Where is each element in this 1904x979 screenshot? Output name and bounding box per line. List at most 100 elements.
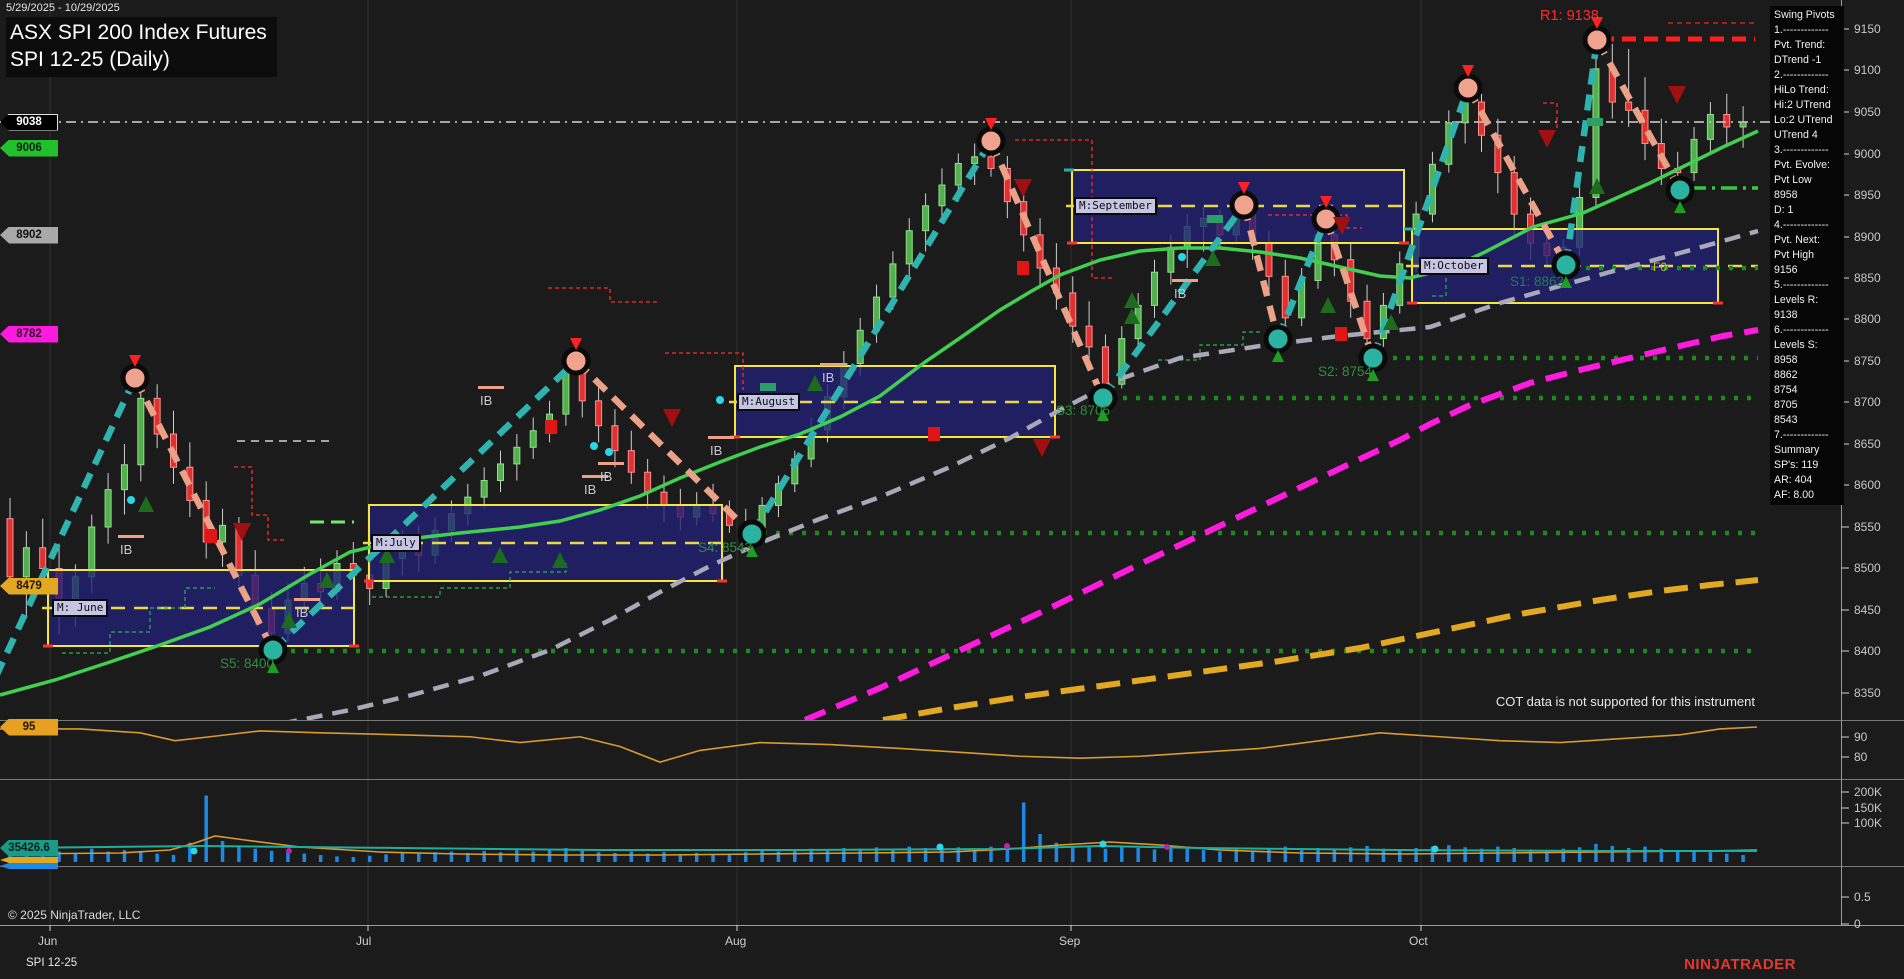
time-axis-month-label: Jul	[356, 934, 372, 948]
tab-spi-12-25[interactable]: SPI 12-25	[26, 957, 77, 969]
axis-tick-label: 8750	[1854, 354, 1881, 368]
ib-label: IB	[1171, 279, 1199, 301]
time-axis-month-label: Sep	[1059, 934, 1081, 948]
axis-price-tag: 8479	[0, 577, 58, 595]
green-signal-box	[760, 383, 776, 391]
swing-panel-line: SP's: 119	[1774, 459, 1819, 471]
axis-tick-label: 8600	[1854, 478, 1881, 492]
axis-price-tag-partial	[0, 857, 58, 863]
ib-label: IB	[117, 535, 145, 557]
candle-body	[22, 547, 30, 578]
candle-body	[595, 400, 603, 427]
swing-panel-title: Swing Pivots	[1774, 9, 1835, 21]
chart-canvas[interactable]	[0, 0, 1904, 979]
zigzag-segment	[749, 139, 994, 536]
candle-body	[987, 156, 995, 169]
date-range: 5/29/2025 - 10/29/2025	[6, 2, 120, 14]
chart-title: ASX SPI 200 Index Futures SPI 12-25 (Dai…	[6, 17, 277, 77]
time-axis-month-label: Aug	[725, 934, 747, 948]
buy-triangle-icon	[1124, 292, 1140, 308]
axis-tick-label: 9150	[1854, 22, 1881, 36]
candle-body	[660, 491, 668, 506]
month-box-label: M:October	[1419, 257, 1489, 275]
month-box-label: M:July	[371, 534, 421, 552]
axis-tick-label: 80	[1854, 750, 1868, 764]
swing-panel-line: 8754	[1774, 384, 1798, 396]
candle-body	[578, 372, 586, 402]
axis-tick-label: 9050	[1854, 105, 1881, 119]
swing-panel-line: 3.-------------	[1774, 144, 1829, 156]
main-price-panel	[0, 17, 1841, 720]
candle-body	[137, 397, 145, 466]
panel-frame	[0, 0, 1904, 931]
candle-body	[497, 463, 504, 482]
buy-triangle-icon	[1320, 297, 1336, 313]
swing-pivots-panel: Swing Pivots 1.------------- Pvt. Trend: DT…	[1770, 6, 1844, 505]
volume-cyan-dot-icon	[1431, 845, 1439, 853]
candle-body	[1641, 109, 1649, 145]
swing-panel-line: Pvt Low	[1774, 174, 1812, 186]
candle-body	[480, 480, 488, 498]
swing-panel-line: 8543	[1774, 414, 1798, 426]
red-signal-box	[1335, 327, 1347, 341]
volume-cyan-dot-icon	[1099, 840, 1107, 848]
cot-warning-text: COT data is not supported for this instr…	[1495, 694, 1755, 709]
red-signal-box	[1017, 261, 1029, 275]
swing-panel-line: 8958	[1774, 354, 1798, 366]
candle-body	[905, 230, 913, 265]
swing-panel-line: 4.-------------	[1774, 219, 1829, 231]
pivot-high-circle	[976, 126, 1006, 156]
cyan-dot-icon	[127, 496, 135, 504]
cyan-dot-icon	[605, 448, 613, 456]
green-signal-box	[1587, 118, 1603, 126]
candle-body	[1510, 172, 1518, 215]
swing-panel-line: 7.-------------	[1774, 429, 1829, 441]
axis-tick-label: 8550	[1854, 520, 1881, 534]
level-label: S1: 8862	[1510, 274, 1565, 289]
sell-triangle-icon	[1668, 86, 1686, 104]
buy-triangle-icon	[1205, 250, 1221, 266]
axis-price-tag: 35426.6	[0, 839, 58, 857]
candle-body	[644, 471, 652, 493]
axis-tick-label: 8850	[1854, 271, 1881, 285]
month-box-label: M:September	[1074, 197, 1157, 215]
green-signal-box	[1207, 215, 1223, 223]
swing-panel-line: Pvt. Evolve:	[1774, 159, 1830, 171]
candle-body	[1723, 113, 1731, 128]
axis-tick-label: 8950	[1854, 188, 1881, 202]
zigzag-segment	[1594, 38, 1683, 192]
cyan-dot-icon	[590, 442, 598, 450]
axis-tick-label: 8450	[1854, 603, 1881, 617]
axis-tick-label: 9000	[1854, 147, 1881, 161]
swing-panel-line: Pvt High	[1774, 249, 1815, 261]
pivot-high-circle	[120, 363, 150, 393]
candle-body	[1151, 271, 1158, 306]
candle-body	[104, 489, 112, 528]
candlesticks	[6, 40, 1747, 652]
axis-price-tag: 9038	[0, 113, 58, 131]
cyan-dot-icon	[716, 396, 724, 404]
swing-panel-line: D: 1	[1774, 204, 1794, 216]
axis-tick-label: 8650	[1854, 437, 1881, 451]
swing-panel-line: 6.-------------	[1774, 324, 1829, 336]
candle-body	[922, 205, 930, 232]
level-label: S3: 8705	[1056, 403, 1111, 418]
candle-body	[1428, 163, 1436, 215]
pivot-high-circle	[1582, 25, 1612, 55]
volume-cyan-dot-icon	[936, 843, 944, 851]
swing-panel-line: 8705	[1774, 399, 1798, 411]
swing-panel-line: AF: 8.00	[1774, 489, 1815, 501]
candle-body	[529, 430, 537, 448]
sell-triangle-icon	[663, 409, 681, 427]
swing-panel-line: 2.-------------	[1774, 69, 1829, 81]
candle-body	[39, 547, 47, 569]
month-gridlines	[49, 0, 1422, 925]
buy-triangle-icon	[138, 496, 154, 512]
ib-label: IB	[293, 598, 321, 620]
axis-tick-label: 150K	[1854, 801, 1883, 815]
level-label: S4: 8543	[698, 540, 753, 555]
ib-label: IB	[477, 386, 505, 408]
candle-body	[1592, 68, 1600, 198]
pivot-high-circle	[1229, 190, 1259, 220]
month-box-label: M:August	[737, 393, 800, 411]
